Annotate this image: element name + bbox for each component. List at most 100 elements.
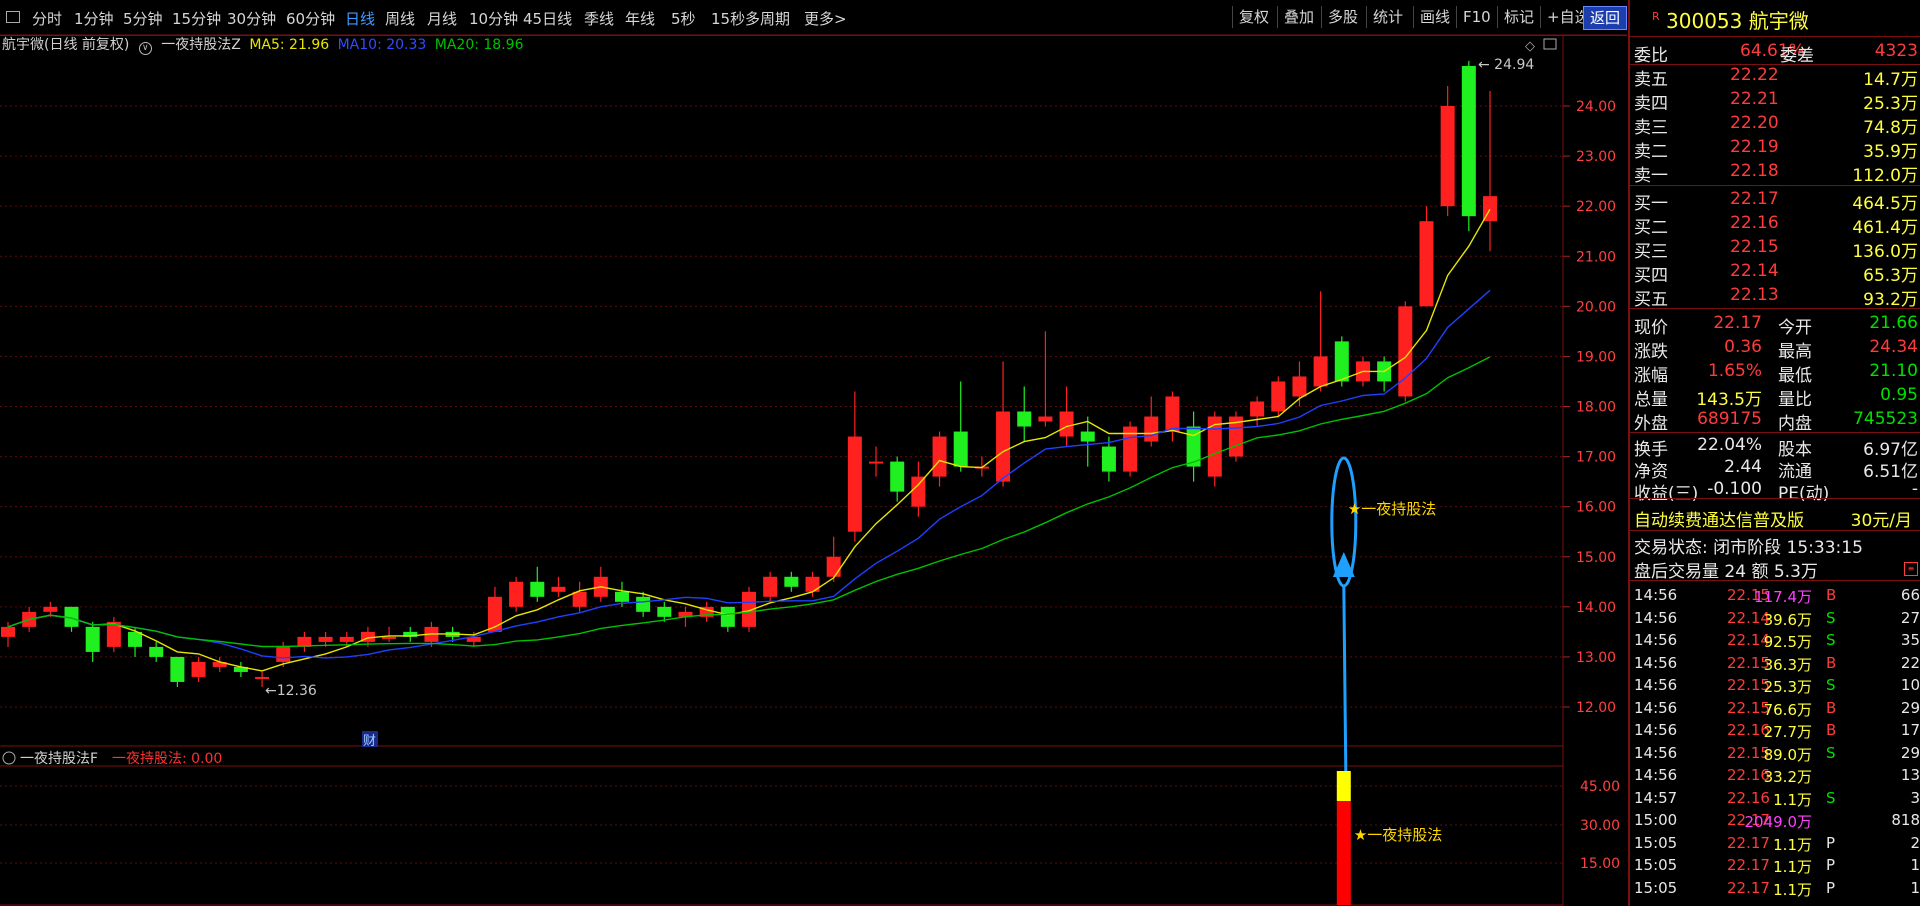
tick-price: 22.16	[1727, 788, 1770, 807]
candle-body	[636, 596, 651, 612]
ask-volume: 112.0万	[1852, 166, 1918, 186]
bid-level-row: 买四 22.14 65.3万	[1630, 260, 1920, 286]
stat-value: 745523	[1853, 409, 1918, 429]
candle-body	[382, 636, 397, 639]
tick-count: 17	[1900, 721, 1920, 739]
candle-body	[763, 576, 778, 597]
promo-price[interactable]: 30元/月	[1851, 506, 1912, 531]
ask-level-row: 卖四 22.21 25.3万	[1630, 88, 1920, 114]
candle-body	[1461, 65, 1476, 217]
stock-code: 300053	[1666, 9, 1743, 33]
bid-price: 22.13	[1730, 285, 1779, 305]
stat-value: 24.34	[1869, 337, 1918, 357]
stat-value: 21.10	[1869, 361, 1918, 381]
tick-row: 15:05 22.17 1.1万 P 1	[1630, 854, 1920, 876]
tick-row: 14:56 22.16 27.7万 B 17	[1630, 719, 1920, 741]
ask-price: 22.21	[1730, 89, 1779, 109]
ask-level-row: 卖三 22.20 74.8万	[1630, 112, 1920, 138]
stat-label: 涨跌	[1634, 342, 1668, 362]
tick-count: 35	[1900, 631, 1920, 649]
tick-row: 14:57 22.16 1.1万 S 3	[1630, 787, 1920, 809]
tick-row: 14:56 22.14 39.6万 S 27	[1630, 607, 1920, 629]
tick-count: 29	[1900, 698, 1920, 717]
cai-badge: 财	[363, 734, 376, 749]
price-tick-label: 24.00	[1576, 99, 1616, 115]
high-price-label: ← 24.94	[1478, 57, 1534, 73]
tick-count: 29	[1900, 743, 1920, 762]
stat-value: 0.95	[1880, 385, 1918, 405]
candle-body	[805, 576, 820, 592]
tick-time: 14:56	[1634, 631, 1678, 649]
candle-body	[932, 436, 947, 477]
tick-time: 15:05	[1634, 856, 1678, 874]
tick-price: 22.17	[1727, 833, 1770, 852]
bid-volume: 65.3万	[1863, 266, 1918, 286]
price-tick-label: 20.00	[1576, 299, 1616, 315]
stat-label: 最低	[1778, 366, 1812, 386]
ask-label: 卖五	[1634, 70, 1668, 90]
price-tick-label: 13.00	[1576, 650, 1616, 666]
weibi-row: 委比 64.61% 委差 4323	[1630, 40, 1920, 66]
candle-body	[255, 676, 270, 679]
lower-tick-label: 15.00	[1580, 856, 1620, 872]
tick-volume: 76.6万	[1763, 700, 1812, 719]
tick-count: 13	[1900, 766, 1920, 784]
stat-value: 21.66	[1869, 313, 1918, 333]
candle-body	[847, 436, 862, 532]
promo-text[interactable]: 自动续费通达信普及版	[1634, 506, 1804, 531]
bid-price: 22.17	[1730, 189, 1779, 209]
price-tick-label: 19.00	[1576, 349, 1616, 365]
fund-label: 收益(三)	[1634, 484, 1699, 504]
fund-value: 2.44	[1724, 457, 1762, 477]
candle-body	[1313, 356, 1328, 387]
tick-price: 22.17	[1727, 878, 1770, 897]
stat-label: 总量	[1634, 390, 1668, 410]
tick-side: P	[1826, 856, 1836, 874]
tick-time: 15:05	[1634, 833, 1678, 852]
stat-row: 现价 22.17 今开 21.66	[1630, 312, 1920, 338]
tick-side: S	[1826, 743, 1836, 762]
tick-row: 15:05 22.17 1.1万 P 2	[1630, 832, 1920, 854]
bid-volume: 461.4万	[1852, 218, 1918, 238]
stat-value: 22.17	[1713, 313, 1762, 333]
tick-side: P	[1826, 878, 1836, 897]
candle-body	[1165, 396, 1180, 432]
tick-time: 14:56	[1634, 676, 1678, 694]
price-tick-label: 16.00	[1576, 500, 1616, 516]
ask-level-row: 卖五 22.22 14.7万	[1630, 64, 1920, 90]
candle-body	[1038, 416, 1053, 422]
stat-row: 外盘 689175 内盘 745523	[1630, 408, 1920, 434]
stat-row: 涨幅 1.65% 最低 21.10	[1630, 360, 1920, 386]
candle-body	[149, 646, 164, 657]
bid-label: 买一	[1634, 194, 1668, 214]
fund-row: 换手 22.04% 股本 6.97亿	[1630, 434, 1920, 460]
tick-row: 15:05 22.17 1.1万 P 1	[1630, 877, 1920, 899]
tick-volume: 1.1万	[1773, 858, 1812, 876]
ask-level-row: 卖二 22.19 35.9万	[1630, 136, 1920, 162]
stat-value: 143.5万	[1696, 390, 1762, 410]
tick-volume: 39.6万	[1763, 610, 1812, 629]
candle-body	[85, 626, 100, 652]
trade-status: 交易状态: 闭市阶段 15:33:15	[1630, 532, 1920, 558]
stat-label: 今开	[1778, 318, 1812, 338]
candle-body	[657, 606, 672, 617]
candle-body	[1207, 416, 1222, 477]
bid-volume: 136.0万	[1852, 242, 1918, 262]
tick-row: 14:56 22.15 36.3万 B 22	[1630, 652, 1920, 674]
candle-body	[170, 656, 185, 682]
signal-arrow-line	[1342, 584, 1348, 772]
promo-row[interactable]: 自动续费通达信普及版 30元/月	[1630, 505, 1920, 531]
kline-chart[interactable]: 24.00 23.00 22.00 21.00 20.00 19.00 18.00 17.00…	[0, 0, 1627, 906]
price-tick-label: 15.00	[1576, 550, 1616, 566]
tick-volume: 36.3万	[1763, 655, 1812, 674]
tick-row: 14:56 22.15 117.4万 B 66	[1630, 584, 1920, 606]
tick-count: 10	[1900, 676, 1920, 694]
price-tick-label: 18.00	[1576, 400, 1616, 416]
bid-level-row: 买二 22.16 461.4万	[1630, 212, 1920, 238]
weicha-label: 委差	[1780, 46, 1814, 66]
ask-label: 卖二	[1634, 142, 1668, 162]
tick-row: 14:56 22.14 92.5万 S 35	[1630, 629, 1920, 651]
stat-label: 外盘	[1634, 414, 1668, 434]
tick-count: 1	[1910, 878, 1920, 897]
expand-icon[interactable]: ≡	[1904, 562, 1918, 576]
